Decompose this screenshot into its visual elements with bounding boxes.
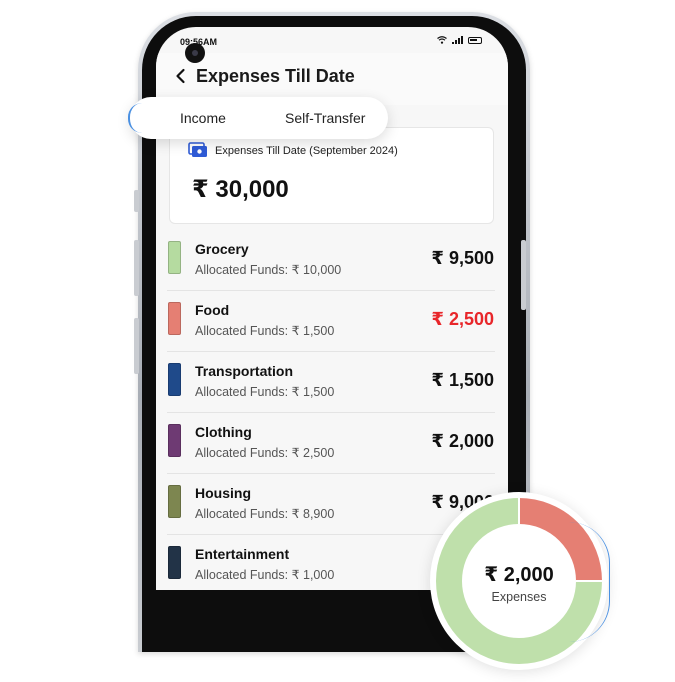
donut-value: ₹ 2,000 [484, 564, 554, 586]
category-row[interactable]: Food Allocated Funds: ₹ 1,500 ₹ 2,500 [167, 291, 495, 352]
category-color-swatch [168, 485, 181, 518]
expenses-summary-card: Expenses Till Date (September 2024) ₹ 30… [169, 127, 494, 224]
category-row[interactable]: Transportation Allocated Funds: ₹ 1,500 ₹ … [167, 352, 495, 413]
front-camera [185, 43, 205, 63]
category-allocated-funds: Allocated Funds: ₹ 10,000 [195, 263, 342, 277]
donut-caption: Expenses [491, 590, 547, 604]
tab-self-transfer[interactable]: Self-Transfer [285, 110, 365, 126]
side-button [134, 190, 139, 212]
category-allocated-funds: Allocated Funds: ₹ 1,500 [195, 324, 335, 338]
tab-bar: Income Self-Transfer [128, 97, 388, 139]
side-button [134, 240, 139, 296]
summary-amount: ₹ 30,000 [192, 176, 289, 203]
category-color-swatch [168, 241, 181, 274]
status-bar: 09:56AM [156, 27, 508, 53]
category-allocated-funds: Allocated Funds: ₹ 1,000 [195, 568, 335, 582]
chevron-left-icon[interactable] [172, 67, 190, 85]
side-button [521, 240, 526, 310]
category-allocated-funds: Allocated Funds: ₹ 1,500 [195, 385, 335, 399]
wifi-icon [437, 36, 447, 44]
category-row[interactable]: Clothing Allocated Funds: ₹ 2,500 ₹ 2,000 [167, 413, 495, 474]
category-name: Clothing [195, 424, 252, 440]
summary-label: Expenses Till Date (September 2024) [215, 145, 398, 157]
category-color-swatch [168, 546, 181, 579]
category-spent-amount: ₹ 9,500 [431, 248, 494, 268]
category-color-swatch [168, 302, 181, 335]
tab-income[interactable]: Income [180, 110, 226, 126]
side-button [134, 318, 139, 374]
page-title: Expenses Till Date [196, 66, 355, 86]
category-spent-amount: ₹ 2,500 [431, 309, 494, 329]
category-spent-amount: ₹ 1,500 [431, 370, 494, 390]
category-color-swatch [168, 424, 181, 457]
category-name: Grocery [195, 241, 249, 257]
category-name: Housing [195, 485, 251, 501]
category-name: Food [195, 302, 230, 318]
category-color-swatch [168, 363, 181, 396]
signal-icon [452, 36, 463, 44]
category-spent-amount: ₹ 2,000 [431, 431, 494, 451]
battery-icon [468, 36, 482, 44]
category-allocated-funds: Allocated Funds: ₹ 8,900 [195, 507, 335, 521]
category-row[interactable]: Grocery Allocated Funds: ₹ 10,000 ₹ 9,500 [167, 230, 495, 291]
category-name: Entertainment [195, 546, 290, 562]
category-name: Transportation [195, 363, 294, 379]
wallet-icon [188, 142, 207, 157]
expenses-donut-card: ₹ 2,000 Expenses [430, 492, 610, 670]
category-allocated-funds: Allocated Funds: ₹ 2,500 [195, 446, 335, 460]
